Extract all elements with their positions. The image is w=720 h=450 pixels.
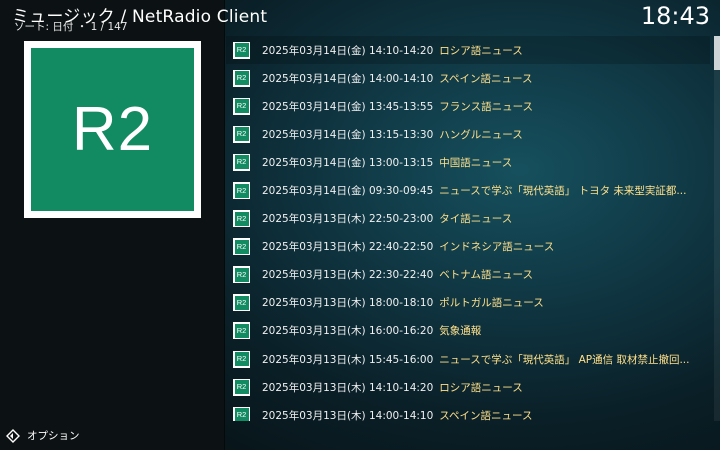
- station-icon: R2: [233, 125, 250, 143]
- station-icon-label: R2: [234, 99, 249, 114]
- list-item-text: 2025年03月14日(金) 14:00-14:10 スペイン語ニュース: [262, 71, 533, 86]
- album-thumbnail-label: R2: [71, 95, 154, 164]
- list-item[interactable]: R2 2025年03月13日(木) 14:00-14:10 スペイン語ニュース: [226, 401, 710, 421]
- station-icon: R2: [233, 378, 250, 396]
- list-item-text: 2025年03月13日(木) 22:40-22:50 インドネシア語ニュース: [262, 239, 554, 254]
- list-item-date: 2025年03月13日(木) 16:00-16:20: [262, 325, 434, 338]
- list-item-title: 気象通報: [439, 325, 482, 338]
- clock: 18:43: [640, 2, 710, 30]
- station-icon-label: R2: [234, 43, 249, 58]
- album-thumbnail: R2: [24, 41, 201, 218]
- list-item-title: ニュースで学ぶ「現代英語」 AP通信 取材禁止撤回...: [439, 353, 690, 366]
- list-item-title: 中国語ニュース: [439, 156, 513, 169]
- options-button[interactable]: オプション: [6, 428, 80, 443]
- list-item[interactable]: R2 2025年03月14日(金) 09:30-09:45 ニュースで学ぶ「現代英語…: [226, 176, 710, 204]
- station-icon-label: R2: [234, 380, 249, 395]
- station-icon: R2: [233, 182, 250, 200]
- list-item-text: 2025年03月13日(木) 22:50-23:00 タイ語ニュース: [262, 211, 512, 226]
- list-item-date: 2025年03月13日(木) 14:10-14:20: [262, 381, 434, 394]
- station-icon: R2: [233, 210, 250, 228]
- list-item-text: 2025年03月14日(金) 13:15-13:30 ハングルニュース: [262, 127, 523, 142]
- station-icon: R2: [233, 350, 250, 368]
- left-panel: R2 オプション: [0, 0, 225, 450]
- list-item-date: 2025年03月14日(金) 14:10-14:20: [262, 44, 434, 57]
- list-item-title: ベトナム語ニュース: [439, 269, 533, 282]
- episode-list[interactable]: R2 2025年03月14日(金) 14:10-14:20 ロシア語ニュース R2 20…: [226, 36, 710, 421]
- options-icon: [6, 428, 20, 443]
- station-icon: R2: [233, 238, 250, 256]
- list-item-date: 2025年03月13日(木) 15:45-16:00: [262, 353, 434, 366]
- list-item[interactable]: R2 2025年03月13日(木) 15:45-16:00 ニュースで学ぶ「現代英語…: [226, 345, 710, 373]
- list-item[interactable]: R2 2025年03月13日(木) 22:50-23:00 タイ語ニュース: [226, 205, 710, 233]
- list-item[interactable]: R2 2025年03月14日(金) 13:15-13:30 ハングルニュース: [226, 120, 710, 148]
- list-item-title: ポルトガル語ニュース: [439, 297, 544, 310]
- sort-label[interactable]: ソート: 日付: [14, 21, 73, 33]
- list-item-date: 2025年03月14日(金) 13:15-13:30: [262, 128, 434, 141]
- scrollbar-thumb[interactable]: [714, 36, 720, 70]
- list-item-date: 2025年03月13日(木) 22:40-22:50: [262, 241, 434, 254]
- list-item-title: タイ語ニュース: [439, 213, 513, 226]
- list-item-title: ロシア語ニュース: [439, 381, 523, 394]
- list-item-text: 2025年03月14日(金) 13:00-13:15 中国語ニュース: [262, 155, 512, 170]
- list-item[interactable]: R2 2025年03月14日(金) 13:45-13:55 フランス語ニュース: [226, 92, 710, 120]
- station-icon-label: R2: [234, 127, 249, 142]
- list-item-title: スペイン語ニュース: [439, 72, 533, 85]
- station-icon: R2: [233, 322, 250, 340]
- station-icon-label: R2: [234, 183, 249, 198]
- station-icon-label: R2: [234, 352, 249, 367]
- list-item-title: スペイン語ニュース: [439, 409, 533, 421]
- sort-status: ソート: 日付 ・ 1 / 147: [14, 19, 128, 34]
- list-item-text: 2025年03月13日(木) 14:10-14:20 ロシア語ニュース: [262, 380, 523, 395]
- station-icon: R2: [233, 41, 250, 59]
- list-item-title: インドネシア語ニュース: [439, 241, 555, 254]
- station-icon: R2: [233, 294, 250, 312]
- station-icon-label: R2: [234, 71, 249, 86]
- list-item-date: 2025年03月14日(金) 13:45-13:55: [262, 100, 434, 113]
- list-item-text: 2025年03月13日(木) 15:45-16:00 ニュースで学ぶ「現代英語」 …: [262, 352, 689, 367]
- list-item-text: 2025年03月14日(金) 13:45-13:55 フランス語ニュース: [262, 99, 533, 114]
- album-thumbnail-art: R2: [31, 48, 194, 211]
- list-item-date: 2025年03月13日(木) 14:00-14:10: [262, 409, 434, 421]
- options-label: オプション: [27, 430, 80, 442]
- app-window: R2 オプション ミュージック / NetRadio Client ソート: 日…: [0, 0, 720, 450]
- station-icon-label: R2: [234, 295, 249, 310]
- list-item-title: ニュースで学ぶ「現代英語」 トヨタ 未来型実証都...: [439, 185, 687, 198]
- page-indicator: ・ 1 / 147: [76, 21, 128, 33]
- station-icon: R2: [233, 97, 250, 115]
- list-item-date: 2025年03月13日(木) 22:30-22:40: [262, 269, 434, 282]
- list-item-text: 2025年03月14日(金) 09:30-09:45 ニュースで学ぶ「現代英語」 …: [262, 183, 686, 198]
- list-item-text: 2025年03月14日(金) 14:10-14:20 ロシア語ニュース: [262, 43, 523, 58]
- station-icon-label: R2: [234, 408, 249, 421]
- station-icon: R2: [233, 69, 250, 87]
- list-item-title: フランス語ニュース: [439, 100, 534, 113]
- station-icon-label: R2: [234, 211, 249, 226]
- list-item-text: 2025年03月13日(木) 16:00-16:20 気象通報: [262, 323, 481, 338]
- station-icon: R2: [233, 153, 250, 171]
- station-icon: R2: [233, 406, 250, 421]
- scrollbar[interactable]: [714, 36, 720, 421]
- list-item-date: 2025年03月14日(金) 13:00-13:15: [262, 156, 434, 169]
- station-icon-label: R2: [234, 239, 249, 254]
- list-item[interactable]: R2 2025年03月14日(金) 14:10-14:20 ロシア語ニュース: [226, 36, 710, 65]
- list-item-date: 2025年03月13日(木) 22:50-23:00: [262, 213, 434, 226]
- list-item-text: 2025年03月13日(木) 18:00-18:10 ポルトガル語ニュース: [262, 295, 544, 310]
- list-item-title: ロシア語ニュース: [439, 44, 523, 57]
- list-item-date: 2025年03月14日(金) 09:30-09:45: [262, 185, 434, 198]
- list-item-text: 2025年03月13日(木) 22:30-22:40 ベトナム語ニュース: [262, 267, 533, 282]
- station-icon-label: R2: [234, 323, 249, 338]
- list-item-date: 2025年03月14日(金) 14:00-14:10: [262, 72, 434, 85]
- list-item-date: 2025年03月13日(木) 18:00-18:10: [262, 297, 434, 310]
- list-item[interactable]: R2 2025年03月14日(金) 14:00-14:10 スペイン語ニュース: [226, 64, 710, 92]
- list-item[interactable]: R2 2025年03月13日(木) 22:30-22:40 ベトナム語ニュース: [226, 261, 710, 289]
- list-item-text: 2025年03月13日(木) 14:00-14:10 スペイン語ニュース: [262, 408, 533, 421]
- station-icon-label: R2: [234, 267, 249, 282]
- station-icon-label: R2: [234, 155, 249, 170]
- list-item[interactable]: R2 2025年03月13日(木) 14:10-14:20 ロシア語ニュース: [226, 373, 710, 401]
- list-item[interactable]: R2 2025年03月13日(木) 22:40-22:50 インドネシア語ニュース: [226, 233, 710, 261]
- list-item[interactable]: R2 2025年03月13日(木) 16:00-16:20 気象通報: [226, 317, 710, 345]
- list-item[interactable]: R2 2025年03月14日(金) 13:00-13:15 中国語ニュース: [226, 148, 710, 176]
- list-item[interactable]: R2 2025年03月13日(木) 18:00-18:10 ポルトガル語ニュース: [226, 289, 710, 317]
- list-item-title: ハングルニュース: [439, 128, 523, 141]
- station-icon: R2: [233, 266, 250, 284]
